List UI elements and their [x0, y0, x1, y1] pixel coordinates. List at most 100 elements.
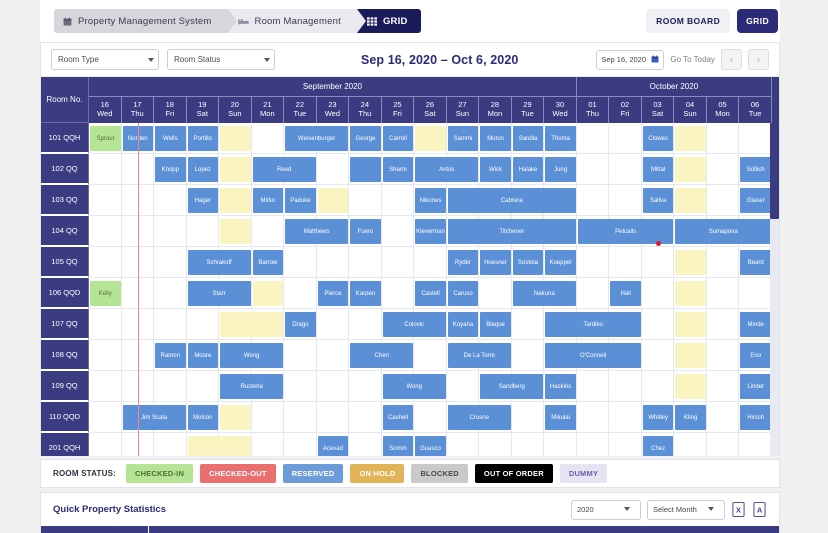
grid-day-cell[interactable] [576, 247, 610, 278]
reservation-bar[interactable]: Koyana [447, 312, 479, 337]
prev-period-button[interactable]: ‹ [721, 49, 742, 70]
grid-day-cell[interactable] [641, 371, 675, 402]
reservation-bar[interactable]: Rusterla [220, 374, 284, 399]
day-header-cell[interactable]: 06 Tue [739, 97, 772, 123]
reservation-bar[interactable]: Nakuna [512, 281, 576, 306]
grid-day-cell[interactable] [284, 278, 317, 309]
reservation-bar[interactable]: Thoma [545, 126, 576, 151]
grid-day-cell[interactable] [316, 402, 350, 433]
reservation-bar[interactable]: Portillo [187, 126, 219, 151]
grid-day-cell[interactable] [186, 371, 220, 402]
grid-day-cell[interactable] [576, 402, 610, 433]
grid-day-cell[interactable] [89, 216, 122, 247]
grid-day-cell[interactable] [316, 309, 350, 340]
pdf-export-icon[interactable]: A [752, 501, 767, 518]
reservation-bar[interactable]: Cashell [382, 405, 414, 430]
reservation-bar[interactable] [675, 281, 706, 306]
legend-chip[interactable]: DUMMY [559, 464, 608, 483]
day-header-cell[interactable]: 18 Fri [154, 97, 187, 123]
grid-day-cell[interactable] [316, 154, 350, 185]
grid-day-cell[interactable] [381, 278, 415, 309]
day-header-cell[interactable]: 20 Sun [219, 97, 252, 123]
alert-dot-icon[interactable] [655, 241, 661, 246]
day-header-cell[interactable]: 28 Mon [479, 97, 512, 123]
reservation-bar[interactable]: Sandia [512, 126, 544, 151]
reservation-bar[interactable]: Wells [155, 126, 186, 151]
day-header-cell[interactable]: 04 Sun [674, 97, 707, 123]
reservation-bar[interactable] [220, 157, 251, 182]
grid-day-cell[interactable] [154, 371, 187, 402]
reservation-bar[interactable]: Ryder [447, 250, 479, 275]
reservation-bar[interactable]: Nikones [415, 188, 446, 213]
reservation-bar[interactable]: Moore [187, 343, 219, 368]
grid-day-cell[interactable] [576, 371, 610, 402]
grid-day-cell[interactable] [316, 247, 350, 278]
day-header-cell[interactable]: 25 Fri [382, 97, 415, 123]
day-header-cell[interactable]: 30 Wed [544, 97, 577, 123]
year-select[interactable]: 2020 [571, 499, 641, 520]
grid-day-cell[interactable] [479, 433, 512, 456]
room-status-select[interactable]: Room Status [167, 49, 275, 70]
reservation-bar[interactable]: Wong [220, 343, 284, 368]
reservation-bar[interactable]: Sumapona [675, 219, 771, 244]
grid-day-cell[interactable] [121, 154, 155, 185]
reservation-bar[interactable] [675, 126, 706, 151]
grid-day-cell[interactable] [284, 247, 317, 278]
breadcrumb-item-room-management[interactable]: Room Management [227, 9, 367, 33]
grid-day-cell[interactable] [349, 402, 382, 433]
reservation-bar[interactable]: Chez [642, 436, 674, 456]
reservation-bar[interactable]: Linder [740, 374, 771, 399]
reservation-bar[interactable]: Lopez [187, 157, 219, 182]
reservation-bar[interactable] [415, 126, 446, 151]
month-select[interactable]: Select Month [647, 499, 725, 520]
grid-day-cell[interactable] [706, 309, 740, 340]
reservation-bar[interactable]: Kling [675, 405, 706, 430]
reservation-bar[interactable]: Kleverman [415, 219, 446, 244]
grid-day-cell[interactable] [414, 402, 447, 433]
reservation-bar[interactable]: Caruso [447, 281, 479, 306]
reservation-bar[interactable]: O'Connell [545, 343, 641, 368]
grid-day-cell[interactable] [706, 340, 740, 371]
grid-day-cell[interactable] [89, 371, 122, 402]
grid-day-cell[interactable] [154, 433, 187, 456]
reservation-bar[interactable]: Glaser [740, 188, 771, 213]
reservation-bar[interactable]: Mittal [642, 157, 674, 182]
reservation-bar[interactable]: Jung [545, 157, 576, 182]
reservation-bar[interactable]: Ramon [155, 343, 186, 368]
reservation-bar[interactable]: Sostola [512, 250, 544, 275]
reservation-bar[interactable]: Eno [740, 343, 771, 368]
reservation-bar[interactable]: Mirko [252, 188, 284, 213]
grid-day-cell[interactable] [251, 433, 285, 456]
reservation-bar[interactable]: Fuero [350, 219, 381, 244]
grid-day-cell[interactable] [609, 433, 642, 456]
grid-day-cell[interactable] [446, 433, 480, 456]
reservation-bar[interactable] [675, 374, 706, 399]
grid-day-cell[interactable] [609, 154, 642, 185]
reservation-bar[interactable]: Sharm [382, 157, 414, 182]
excel-export-icon[interactable]: X [731, 501, 746, 518]
grid-day-cell[interactable] [154, 247, 187, 278]
room-number-cell[interactable]: 105 QQ [41, 247, 89, 278]
grid-day-cell[interactable] [576, 278, 610, 309]
reservation-bar[interactable]: Minde [740, 312, 771, 337]
reservation-bar[interactable] [220, 126, 251, 151]
grid-day-cell[interactable] [284, 371, 317, 402]
grid-day-cell[interactable] [609, 371, 642, 402]
room-number-cell[interactable]: 101 QQH [41, 123, 89, 154]
grid-day-cell[interactable] [544, 433, 577, 456]
grid-day-cell[interactable] [251, 402, 285, 433]
reservation-bar[interactable]: Barrow [252, 250, 284, 275]
grid-day-cell[interactable] [576, 123, 610, 154]
grid-day-cell[interactable] [121, 340, 155, 371]
reservation-bar[interactable]: Castell [415, 281, 446, 306]
grid-day-cell[interactable] [609, 402, 642, 433]
grid-day-cell[interactable] [739, 278, 772, 309]
reservation-bar[interactable] [350, 157, 381, 182]
reservation-bar[interactable]: Whitley [642, 405, 674, 430]
room-number-cell[interactable]: 108 QQ [41, 340, 89, 371]
grid-day-cell[interactable] [576, 433, 610, 456]
reservation-bar[interactable] [220, 405, 251, 430]
day-header-cell[interactable]: 17 Thu [122, 97, 155, 123]
reservation-bar[interactable]: Guasco [415, 436, 446, 456]
reservation-bar[interactable]: Paduke [285, 188, 316, 213]
